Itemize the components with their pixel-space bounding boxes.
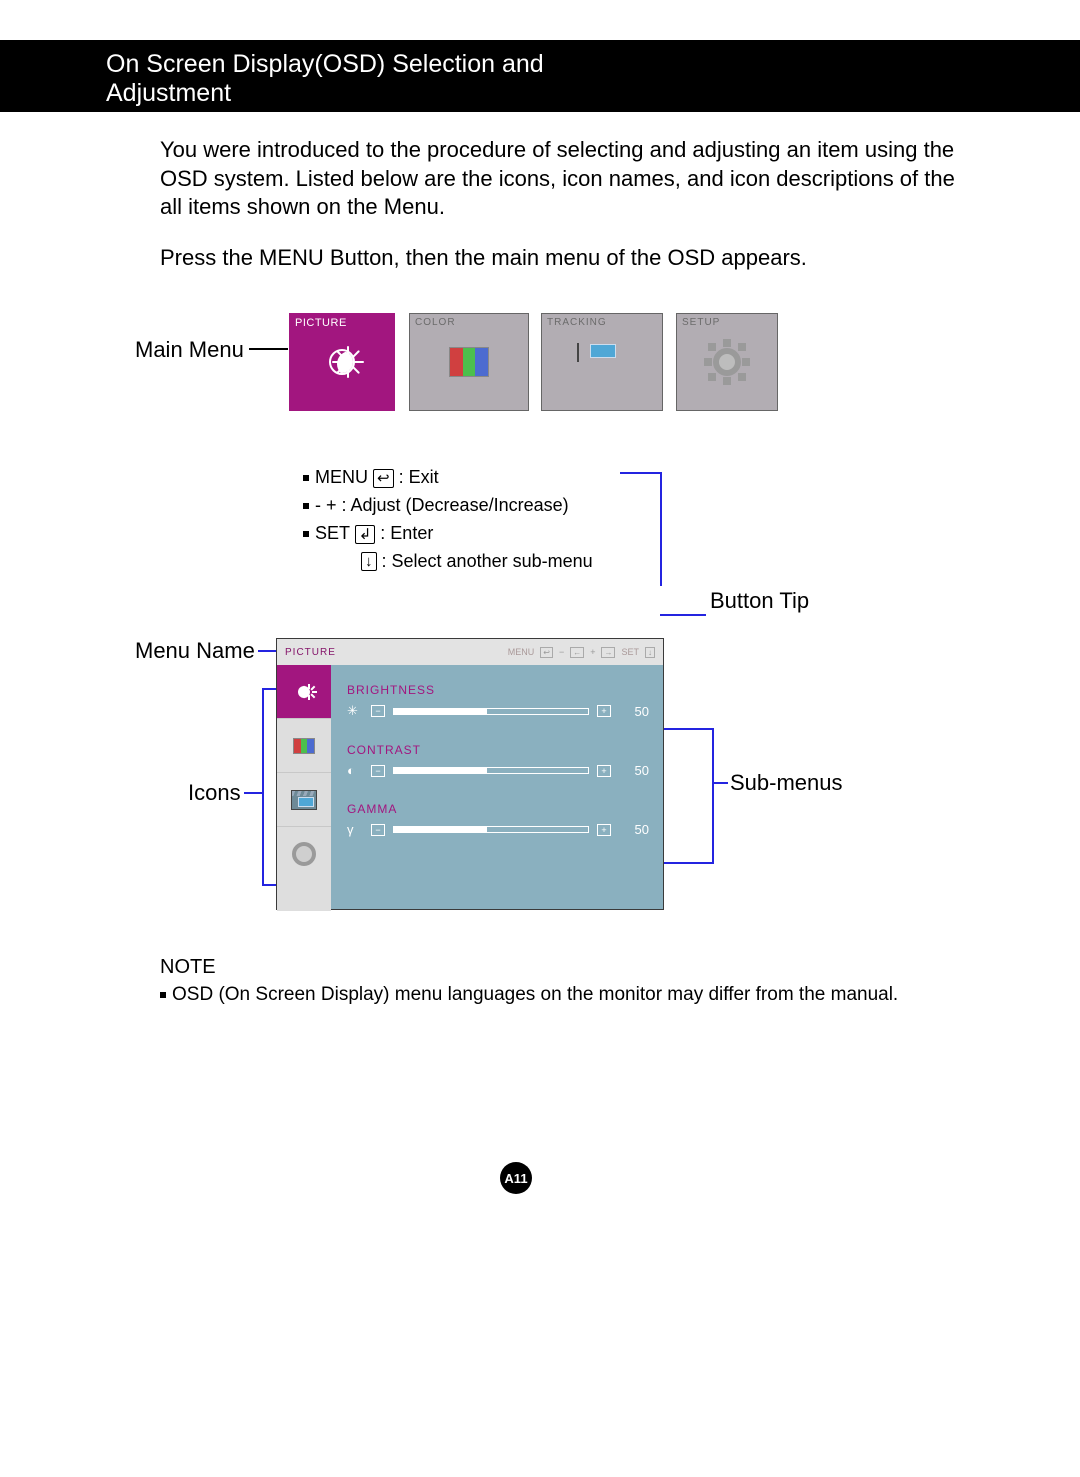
decrease-button[interactable]: − xyxy=(371,824,385,836)
icons-label: Icons xyxy=(188,780,241,806)
osd-side-picture[interactable] xyxy=(277,665,331,719)
osd-side-tracking[interactable] xyxy=(277,773,331,827)
intro-paragraph-2: Press the MENU Button, then the main men… xyxy=(160,244,960,273)
callout-line xyxy=(712,728,714,864)
main-menu-tile-picture[interactable]: PICTURE xyxy=(289,313,395,411)
callout-line xyxy=(712,782,728,784)
main-menu-tile-setup[interactable]: SETUP xyxy=(676,313,778,411)
increase-button[interactable]: + xyxy=(597,824,611,836)
set-key-icon: ↓ xyxy=(645,647,655,658)
page-title: On Screen Display(OSD) Selection and Adj… xyxy=(92,58,632,100)
button-instructions: MENU ↩ : Exit - + : Adjust (Decrease/Inc… xyxy=(303,464,593,576)
tile-label-tracking: TRACKING xyxy=(547,317,607,328)
menu-key-icon: ↩ xyxy=(540,647,553,658)
brightness-small-icon: ✳ xyxy=(347,703,363,719)
group-name: GAMMA xyxy=(347,802,649,816)
gear-icon xyxy=(292,842,316,866)
decrease-button[interactable]: − xyxy=(371,765,385,777)
note-body: OSD (On Screen Display) menu languages o… xyxy=(160,984,898,1006)
contrast-small-icon: ◐ xyxy=(347,763,363,778)
increase-button[interactable]: + xyxy=(597,765,611,777)
osd-header: PICTURE MENU↩ −← +→ SET↓ xyxy=(277,639,663,665)
slider-fill xyxy=(394,709,487,714)
callout-line xyxy=(262,688,264,886)
left-key-icon: ← xyxy=(570,647,584,658)
osd-group-contrast: CONTRAST ◐ − + 50 xyxy=(347,743,649,778)
callout-line xyxy=(244,792,262,794)
callout-line xyxy=(258,650,276,652)
osd-side-setup[interactable] xyxy=(277,827,331,881)
brightness-icon xyxy=(320,340,364,384)
instr-set: SET ↲ : Enter xyxy=(303,520,593,548)
callout-line xyxy=(660,614,706,616)
intro-paragraph-1: You were introduced to the procedure of … xyxy=(160,136,960,222)
group-name: CONTRAST xyxy=(347,743,649,757)
slider-bar[interactable] xyxy=(393,708,589,715)
down-key-icon: ↓ xyxy=(361,552,377,571)
slider-bar[interactable] xyxy=(393,767,589,774)
page-number-badge: A11 xyxy=(500,1162,532,1194)
slider-fill xyxy=(394,768,487,773)
value-text: 50 xyxy=(619,822,649,837)
tile-label-setup: SETUP xyxy=(682,317,720,328)
callout-line xyxy=(664,862,714,864)
callout-line xyxy=(262,688,276,690)
value-text: 50 xyxy=(619,763,649,778)
color-bars-icon xyxy=(293,738,315,754)
main-menu-tile-color[interactable]: COLOR xyxy=(409,313,529,411)
instr-down: ↓ : Select another sub-menu xyxy=(303,548,593,576)
tracking-icon xyxy=(577,344,627,380)
callout-line xyxy=(620,472,662,474)
sub-menus-label: Sub-menus xyxy=(730,770,843,796)
menu-name-label: Menu Name xyxy=(135,638,255,664)
gear-icon xyxy=(706,341,748,383)
note-heading: NOTE xyxy=(160,956,216,979)
callout-line xyxy=(660,472,662,586)
osd-panel: PICTURE MENU↩ −← +→ SET↓ xyxy=(276,638,664,910)
instr-menu: MENU ↩ : Exit xyxy=(303,464,593,492)
tile-label-color: COLOR xyxy=(415,317,456,328)
main-menu-tile-tracking[interactable]: TRACKING xyxy=(541,313,663,411)
osd-side-color[interactable] xyxy=(277,719,331,773)
main-menu-connector xyxy=(249,348,288,350)
group-name: BRIGHTNESS xyxy=(347,683,649,697)
callout-line xyxy=(262,884,276,886)
enter-key-icon: ↲ xyxy=(355,525,376,544)
increase-button[interactable]: + xyxy=(597,705,611,717)
value-text: 50 xyxy=(619,704,649,719)
right-key-icon: → xyxy=(601,647,615,658)
osd-content: BRIGHTNESS ✳ − + 50 CONTRAST ◐ − + 50 xyxy=(331,665,663,911)
gamma-small-icon: γ xyxy=(347,822,363,837)
main-menu-label: Main Menu xyxy=(135,337,244,363)
color-bars-icon xyxy=(449,347,489,377)
osd-sidebar xyxy=(277,665,331,911)
exit-key-icon: ↩ xyxy=(373,469,394,488)
osd-header-hints: MENU↩ −← +→ SET↓ xyxy=(508,647,655,658)
tracking-icon xyxy=(291,790,317,810)
brightness-icon xyxy=(291,679,317,705)
callout-line xyxy=(664,728,714,730)
tile-label-picture: PICTURE xyxy=(295,317,347,329)
osd-group-brightness: BRIGHTNESS ✳ − + 50 xyxy=(347,683,649,719)
slider-bar[interactable] xyxy=(393,826,589,833)
osd-header-title: PICTURE xyxy=(285,647,336,658)
instr-adjust: - + : Adjust (Decrease/Increase) xyxy=(303,492,593,520)
osd-group-gamma: GAMMA γ − + 50 xyxy=(347,802,649,837)
decrease-button[interactable]: − xyxy=(371,705,385,717)
button-tip-label: Button Tip xyxy=(710,588,809,614)
slider-fill xyxy=(394,827,487,832)
